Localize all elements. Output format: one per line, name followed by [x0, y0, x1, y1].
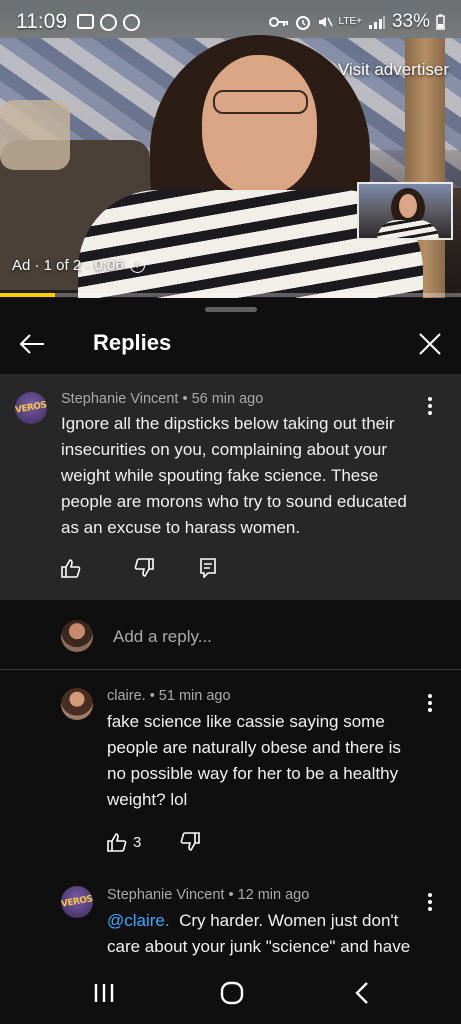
avatar-logo-text: VEROS — [61, 894, 93, 910]
arrow-left-icon — [19, 334, 44, 354]
comment-text: fake science like cassie saying some peo… — [107, 712, 401, 809]
parent-comment: VEROS Stephanie Vincent • 56 min ago Ign… — [0, 374, 461, 600]
avatar[interactable] — [61, 688, 93, 720]
mention-link[interactable]: @claire. — [107, 911, 170, 930]
thumbs-down-icon — [134, 558, 154, 577]
avatar-logo-text: VEROS — [15, 400, 47, 416]
back-button[interactable] — [14, 326, 50, 362]
app-notification-icon — [100, 13, 117, 31]
drag-handle[interactable] — [205, 307, 257, 312]
dislike-button[interactable] — [180, 832, 200, 852]
like-count: 3 — [133, 833, 142, 851]
network-type: LTE+ — [338, 16, 362, 27]
do-not-disturb-icon — [123, 13, 140, 31]
thumbs-up-icon — [61, 559, 81, 578]
close-icon — [419, 333, 441, 355]
battery-icon — [436, 14, 445, 30]
gallery-notification-icon — [77, 13, 94, 29]
like-button[interactable] — [61, 558, 81, 578]
replies-sheet: Replies VEROS Stephanie Vincent • 56 min… — [0, 298, 461, 1024]
comment-meta: claire. • 51 min ago — [107, 688, 231, 704]
dislike-button[interactable] — [134, 558, 154, 578]
thumbs-down-icon — [180, 832, 200, 851]
comment-meta: Stephanie Vincent • 12 min ago — [107, 887, 310, 903]
comment-text: Ignore all the dipsticks below taking ou… — [61, 414, 407, 537]
ad-progress-fill — [0, 293, 56, 297]
alarm-icon — [295, 16, 310, 30]
home-icon — [220, 981, 244, 1005]
status-time: 11:09 — [16, 10, 67, 33]
picture-in-picture-thumbnail[interactable] — [357, 182, 453, 240]
thumbs-up-icon — [107, 833, 127, 852]
more-options-button[interactable] — [420, 689, 440, 717]
visit-advertiser-link[interactable]: Visit advertiser — [338, 60, 449, 80]
page-title: Replies — [93, 330, 172, 355]
add-reply-row[interactable]: Add a reply... — [0, 600, 461, 670]
battery-percent: 33% — [391, 11, 430, 32]
replies-header: Replies — [0, 318, 461, 374]
status-bar: 11:09 LTE+ 33% — [0, 0, 461, 44]
avatar[interactable]: VEROS — [61, 886, 93, 918]
signal-icon — [368, 16, 385, 29]
system-navigation-bar — [0, 962, 461, 1024]
avatar[interactable]: VEROS — [15, 392, 47, 424]
recent-apps-icon — [94, 984, 114, 1002]
more-options-button[interactable] — [420, 392, 440, 420]
key-icon — [268, 17, 288, 27]
info-icon[interactable]: i — [129, 258, 145, 273]
comment-text: @claire. Cry harder. Women just don't ca… — [107, 908, 425, 960]
home-button[interactable] — [212, 978, 252, 1008]
like-button[interactable]: 3 — [107, 832, 141, 852]
reply-button[interactable] — [200, 558, 216, 578]
add-reply-input[interactable]: Add a reply... — [113, 627, 212, 647]
chevron-left-icon — [355, 982, 368, 1004]
recent-apps-button[interactable] — [84, 978, 124, 1008]
back-nav-button[interactable] — [342, 978, 382, 1008]
ad-label: Ad · 1 of 2 · 0:06 — [12, 257, 124, 274]
close-button[interactable] — [412, 326, 448, 362]
video-player[interactable]: 11:09 LTE+ 33% Visit advertiser Ad · 1 o… — [0, 0, 461, 298]
ad-progress-bar — [0, 293, 461, 297]
user-avatar — [61, 620, 93, 652]
comment-meta: Stephanie Vincent • 56 min ago — [61, 391, 264, 407]
comment-icon — [200, 558, 216, 578]
ad-info: Ad · 1 of 2 · 0:06 i — [12, 257, 145, 274]
mute-icon — [318, 17, 333, 27]
